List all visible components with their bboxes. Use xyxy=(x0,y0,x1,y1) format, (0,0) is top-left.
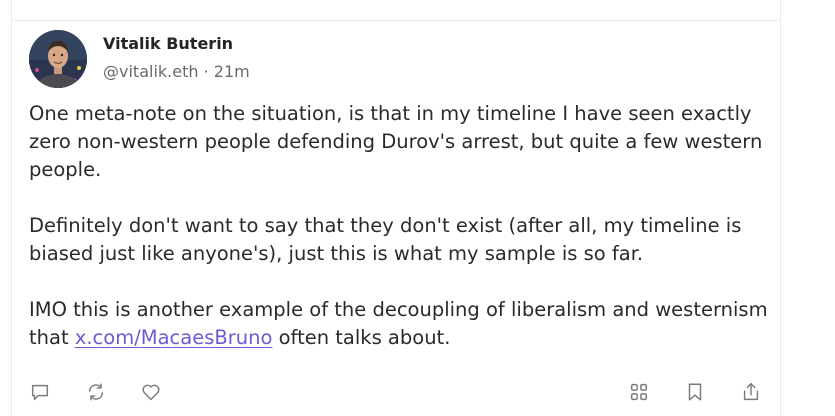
repost-button[interactable] xyxy=(83,379,109,405)
author-handle[interactable]: @vitalik.eth xyxy=(103,62,199,81)
paragraph-text: often talks about. xyxy=(272,326,451,349)
share-icon xyxy=(743,383,759,401)
post-body: One meta-note on the situation, is that … xyxy=(29,100,769,352)
like-button[interactable] xyxy=(138,379,164,405)
share-button[interactable] xyxy=(738,379,764,405)
bookmark-icon xyxy=(688,383,702,401)
post-actions-bar xyxy=(12,379,780,407)
avatar-image xyxy=(29,30,87,88)
bookmark-button[interactable] xyxy=(682,379,708,405)
heart-icon xyxy=(142,384,160,401)
reply-button[interactable] xyxy=(27,379,53,405)
comment-icon xyxy=(31,384,49,401)
more-actions-button[interactable] xyxy=(626,379,652,405)
meta-separator: · xyxy=(198,62,214,81)
post-paragraph: IMO this is another example of the decou… xyxy=(29,296,769,352)
post-card[interactable]: Vitalik Buterin @vitalik.eth · 21m One m… xyxy=(11,0,781,416)
post-paragraph: One meta-note on the situation, is that … xyxy=(29,102,763,181)
post-paragraph: Definitely don't want to say that they d… xyxy=(29,214,742,265)
post-timestamp[interactable]: 21m xyxy=(214,62,250,81)
author-meta: @vitalik.eth · 21m xyxy=(103,62,250,81)
repost-icon xyxy=(88,383,104,401)
grid-icon xyxy=(630,383,648,401)
author-name[interactable]: Vitalik Buterin xyxy=(103,34,233,53)
profile-link[interactable]: x.com/MacaesBruno xyxy=(75,326,273,349)
avatar[interactable] xyxy=(29,30,87,88)
divider xyxy=(12,20,780,21)
